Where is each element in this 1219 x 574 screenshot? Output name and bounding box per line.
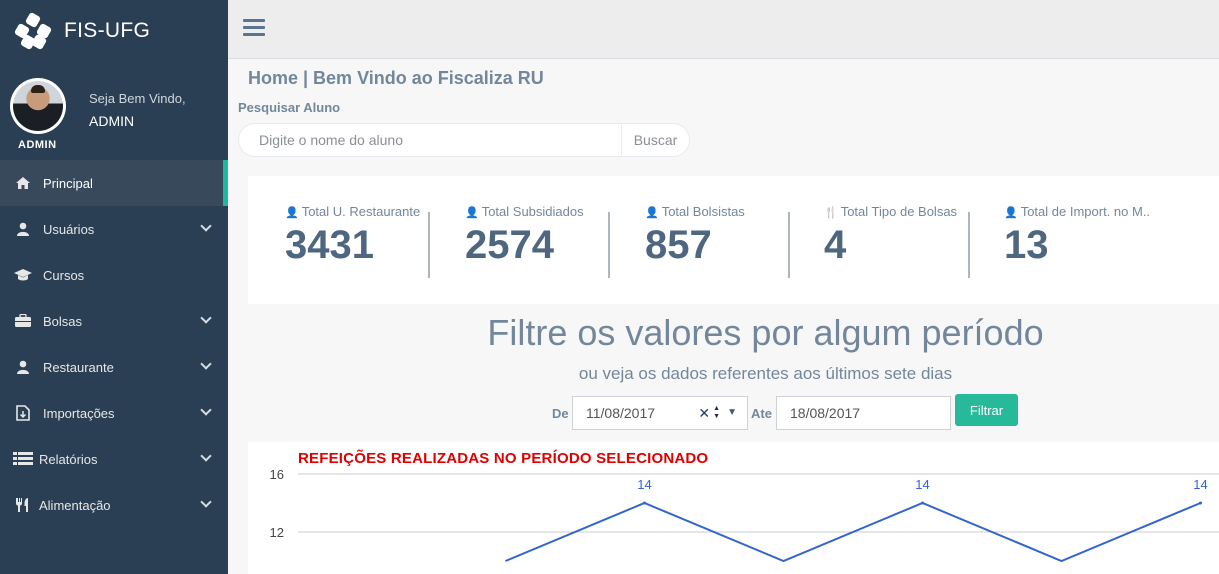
user-icon (12, 221, 34, 237)
stat-total-restaurante: 👤 Total U. Restaurante 3431 (285, 204, 420, 280)
user-icon: 👤 (645, 207, 659, 219)
search-button[interactable]: Buscar (621, 124, 689, 156)
date-to-value: 18/08/2017 (790, 405, 861, 421)
cutlery-icon (12, 497, 34, 513)
stat-divider (788, 212, 790, 278)
data-label: 14 (1193, 477, 1207, 492)
filter-title: Filtre os valores por algum período (487, 312, 1044, 353)
stat-value: 4 (824, 223, 847, 267)
sidebar-item-relatorios[interactable]: Relatórios (0, 436, 228, 482)
search-label: Pesquisar Aluno (238, 100, 341, 115)
data-label: 14 (637, 477, 651, 492)
chevron-down-icon (200, 450, 212, 462)
search-input[interactable] (239, 124, 621, 156)
sidebar-item-label: Bolsas (43, 313, 83, 329)
sidebar-item-label: Restaurante (43, 359, 114, 375)
sidebar-item-label: Usuários (43, 221, 95, 237)
graduation-cap-icon (12, 267, 34, 283)
sidebar-item-importacoes[interactable]: Importações (0, 390, 228, 436)
stat-label: Total Tipo de Bolsas (840, 204, 958, 219)
stat-total-importacoes: 👤 Total de Import. no M.. 13 (1004, 204, 1150, 280)
stat-label: Total Subsidiados (481, 204, 584, 219)
stat-value: 857 (645, 223, 712, 267)
date-from-label: De (552, 406, 569, 421)
filter-button[interactable]: Filtrar (955, 394, 1018, 426)
brand-title: FIS-UFG (64, 19, 151, 42)
chevron-down-icon (200, 358, 212, 370)
sidebar-menu: Principal Usuários Cursos Bolsas Restaur… (0, 160, 228, 528)
chevron-down-icon (200, 496, 212, 508)
stat-divider (968, 212, 970, 278)
dropdown-arrow-icon[interactable]: ▼ (727, 397, 737, 429)
stat-total-tipo-bolsas: 🍴 Total Tipo de Bolsas 4 (824, 204, 957, 280)
brand[interactable]: FIS-UFG (0, 0, 228, 62)
user-icon: 👤 (1004, 207, 1018, 219)
stat-divider (428, 212, 430, 278)
data-label: 14 (915, 477, 929, 492)
sidebar-item-alimentacao[interactable]: Alimentação (0, 482, 228, 528)
welcome-text: Seja Bem Vindo, (89, 91, 186, 106)
sidebar: FIS-UFG ADMIN Seja Bem Vindo, ADMIN Prin… (0, 0, 228, 574)
avatar-role-badge: ADMIN (18, 139, 57, 151)
sidebar-item-label: Relatórios (39, 451, 98, 467)
home-icon (12, 175, 34, 191)
data-point[interactable] (921, 501, 924, 505)
stat-label: Total U. Restaurante (301, 204, 421, 219)
sidebar-item-label: Alimentação (39, 497, 111, 513)
chart-panel: REFEIÇÕES REALIZADAS NO PERÍODO SELECION… (248, 442, 1219, 574)
clear-icon[interactable]: ✕ (698, 397, 710, 429)
date-to-input[interactable]: 18/08/2017 (776, 396, 951, 430)
sidebar-item-bolsas[interactable]: Bolsas (0, 298, 228, 344)
stat-value: 2574 (465, 223, 554, 267)
user-icon (12, 359, 34, 375)
stat-divider (608, 212, 610, 278)
cutlery-icon: 🍴 (824, 207, 838, 219)
page-title: Home | Bem Vindo ao Fiscaliza RU (248, 68, 544, 88)
user-icon: 👤 (465, 207, 479, 219)
date-to-label: Ate (751, 406, 772, 421)
stat-label: Total de Import. no M.. (1020, 204, 1151, 219)
y-tick-label: 12 (270, 525, 284, 540)
stat-value: 13 (1004, 223, 1049, 267)
avatar[interactable] (10, 78, 66, 134)
meals-line-chart: 16 12 14 14 14 (270, 467, 1219, 563)
file-import-icon (12, 405, 34, 421)
date-from-value: 11/08/2017 (586, 405, 656, 421)
user-icon: 👤 (285, 207, 299, 219)
menu-toggle-icon[interactable] (243, 19, 265, 37)
sidebar-item-restaurante[interactable]: Restaurante (0, 344, 228, 390)
list-icon (12, 451, 34, 467)
stat-label: Total Bolsistas (661, 204, 745, 219)
stat-total-bolsistas: 👤 Total Bolsistas 857 (645, 204, 745, 280)
search-group: Buscar (238, 123, 690, 157)
filter-subtitle: ou veja os dados referentes aos últimos … (578, 364, 953, 383)
profile: ADMIN Seja Bem Vindo, ADMIN (0, 62, 228, 160)
spin-icon[interactable]: ▲ ▼ (713, 405, 720, 421)
sidebar-item-label: Principal (43, 175, 93, 191)
chevron-down-icon (200, 404, 212, 416)
main-content: Home | Bem Vindo ao Fiscaliza RU Pesquis… (228, 60, 1219, 574)
sidebar-item-label: Importações (43, 405, 115, 421)
chevron-down-icon (200, 220, 212, 232)
data-point[interactable] (643, 501, 646, 505)
chevron-down-icon (200, 312, 212, 324)
date-from-input[interactable]: 11/08/2017 ✕ ▲ ▼ ▼ (572, 396, 748, 430)
stats-panel: 👤 Total U. Restaurante 3431 👤 Total Subsid… (248, 176, 1219, 304)
stat-value: 3431 (285, 223, 374, 267)
welcome-username: ADMIN (89, 113, 135, 129)
sidebar-item-usuarios[interactable]: Usuários (0, 206, 228, 252)
y-tick-label: 16 (270, 467, 284, 482)
briefcase-icon (12, 313, 34, 329)
top-nav (228, 0, 1219, 59)
sidebar-item-label: Cursos (43, 267, 85, 283)
cubes-logo-icon (13, 11, 53, 51)
stat-total-subsidiados: 👤 Total Subsidiados 2574 (465, 204, 584, 280)
data-point[interactable] (1199, 501, 1202, 505)
sidebar-item-cursos[interactable]: Cursos (0, 252, 228, 298)
sidebar-item-principal[interactable]: Principal (0, 160, 228, 206)
